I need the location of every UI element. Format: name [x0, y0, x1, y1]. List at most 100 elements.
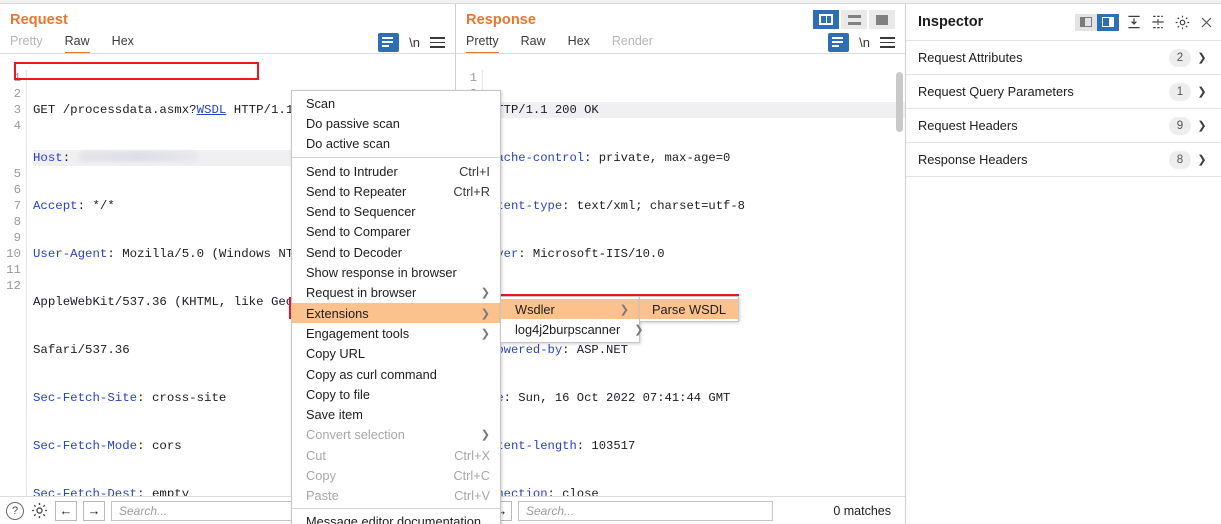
- panel-left-icon[interactable]: [1075, 13, 1097, 31]
- word-wrap-icon[interactable]: [828, 33, 850, 52]
- menu-item-extensions[interactable]: Extensions ❯: [292, 302, 500, 324]
- menu-item-engagement-tools[interactable]: Engagement tools ❯: [292, 323, 500, 343]
- collapse-all-icon[interactable]: [1125, 13, 1143, 31]
- response-line-1: HTTP/1.1 200 OK: [489, 102, 905, 118]
- menu-item-parse-wsdl[interactable]: Parse WSDL: [640, 299, 738, 320]
- menu-icon[interactable]: [430, 37, 445, 48]
- request-tabstrip-divider: [0, 53, 455, 54]
- menu-accel: Ctrl+X: [454, 447, 490, 463]
- inspector-row-request-query-parameters[interactable]: Request Query Parameters 1 ❯: [906, 74, 1221, 108]
- split-vertical-icon[interactable]: [813, 10, 839, 29]
- inspector-row-count: 9: [1169, 116, 1191, 135]
- menu-separator: [292, 156, 500, 158]
- inspector-row-response-headers[interactable]: Response Headers 8 ❯: [906, 142, 1221, 176]
- chevron-down-icon[interactable]: ❯: [1191, 51, 1213, 64]
- chevron-down-icon[interactable]: ❯: [1191, 153, 1213, 166]
- expand-all-icon[interactable]: [1149, 13, 1167, 31]
- menu-item-wsdler[interactable]: Wsdler ❯: [501, 299, 639, 320]
- menu-item-copy: Copy Ctrl+C: [306, 467, 490, 483]
- split-horizontal-icon[interactable]: [841, 10, 867, 29]
- context-menu[interactable]: Scan Do passive scan Do active scan Send…: [291, 90, 501, 524]
- menu-item-convert-selection: Convert selection ❯: [306, 427, 490, 443]
- tab-response-pretty[interactable]: Pretty: [466, 32, 499, 54]
- menu-item-cut: Cut Ctrl+X: [306, 447, 490, 463]
- chevron-down-icon[interactable]: ❯: [1191, 119, 1213, 132]
- extensions-submenu[interactable]: Wsdler ❯ log4j2burpscanner ❯: [500, 296, 644, 343]
- response-footer: ← → Search... 0 matches: [456, 496, 905, 524]
- menu-item-show-response-in-browser[interactable]: Show response in browser: [292, 262, 500, 282]
- response-line-7: te: Sun, 16 Oct 2022 07:41:44 GMT: [489, 391, 731, 405]
- menu-accel: Ctrl+C: [453, 467, 490, 483]
- menu-accel: Ctrl+I: [459, 163, 490, 179]
- panel-right-icon[interactable]: [1097, 13, 1119, 31]
- tab-response-raw[interactable]: Raw: [521, 32, 546, 54]
- close-icon[interactable]: [1197, 13, 1215, 31]
- menu-item-send-to-comparer[interactable]: Send to Comparer: [292, 222, 500, 242]
- newline-icon[interactable]: \n: [409, 35, 420, 50]
- inspector-row-request-headers[interactable]: Request Headers 9 ❯: [906, 108, 1221, 142]
- menu-item-scan[interactable]: Scan: [292, 93, 500, 113]
- tab-request-hex[interactable]: Hex: [112, 32, 134, 54]
- menu-item-message-editor-documentation[interactable]: Message editor documentation: [292, 511, 500, 524]
- layout-toggle-group: [813, 10, 895, 29]
- response-line-4: rver: Microsoft-IIS/10.0: [489, 247, 665, 261]
- menu-item-copy-as-curl-command[interactable]: Copy as curl command: [292, 364, 500, 384]
- menu-item-do-active-scan[interactable]: Do active scan: [292, 134, 500, 154]
- response-code[interactable]: HTTP/1.1 200 OK cache-control: private, …: [482, 70, 905, 496]
- menu-item-copy-to-file[interactable]: Copy to file: [292, 384, 500, 404]
- wsdler-submenu[interactable]: Parse WSDL: [639, 296, 739, 323]
- menu-separator: [292, 507, 500, 509]
- menu-item-send-to-sequencer[interactable]: Send to Sequencer: [292, 201, 500, 221]
- search-prev-button[interactable]: ←: [55, 500, 77, 521]
- response-line-2: cache-control: private, max-age=0: [489, 151, 731, 165]
- inspector-dock-toggle: [1075, 13, 1119, 31]
- inspector-row-count: 1: [1169, 82, 1191, 101]
- response-scrollbar[interactable]: [896, 72, 903, 496]
- menu-accel: Ctrl+R: [453, 183, 490, 199]
- search-next-button[interactable]: →: [83, 500, 105, 521]
- menu-item-copy-url[interactable]: Copy URL: [292, 344, 500, 364]
- response-tabstrip-divider: [456, 53, 905, 54]
- response-editor[interactable]: 1 2 HTTP/1.1 200 OK cache-control: priva…: [456, 70, 905, 496]
- response-tool-icons: \n: [828, 33, 895, 52]
- menu-item-do-passive-scan[interactable]: Do passive scan: [292, 113, 500, 133]
- inspector-empty-area: [906, 176, 1221, 177]
- gear-icon[interactable]: [1173, 13, 1191, 31]
- menu-item-send-to-repeater[interactable]: Send to Repeater Ctrl+R: [292, 181, 500, 201]
- response-line-9: nnection: close: [489, 487, 599, 496]
- response-line-8: ntent-length: 103517: [489, 439, 636, 453]
- menu-item-paste: Paste Ctrl+V: [306, 488, 490, 504]
- single-pane-icon[interactable]: [869, 10, 895, 29]
- newline-icon[interactable]: \n: [859, 35, 870, 50]
- word-wrap-icon[interactable]: [378, 33, 400, 52]
- inspector-header-icons: [1075, 13, 1215, 31]
- inspector-row-request-attributes[interactable]: Request Attributes 2 ❯: [906, 40, 1221, 74]
- help-icon[interactable]: ?: [6, 501, 24, 520]
- inspector-row-label: Request Headers: [918, 118, 1018, 133]
- chevron-down-icon[interactable]: ❯: [1191, 85, 1213, 98]
- menu-accel: Ctrl+V: [454, 488, 490, 504]
- menu-item-log4j2burpscanner[interactable]: log4j2burpscanner ❯: [501, 319, 644, 339]
- inspector-title: Inspector: [918, 14, 984, 30]
- menu-item-send-to-intruder[interactable]: Send to Intruder Ctrl+I: [292, 161, 500, 181]
- chevron-right-icon: ❯: [634, 323, 644, 336]
- inspector-row-label: Request Query Parameters: [918, 84, 1074, 99]
- inspector-row-label: Request Attributes: [918, 50, 1023, 65]
- response-line-6: powered-by: ASP.NET: [489, 343, 628, 357]
- chevron-right-icon: ❯: [480, 307, 490, 320]
- response-pane: Response Pretty Raw Hex Render \n 1 2: [455, 4, 905, 524]
- response-search-input[interactable]: Search...: [518, 500, 773, 521]
- menu-item-request-in-browser[interactable]: Request in browser ❯: [292, 283, 500, 303]
- response-tabstrip: Pretty Raw Hex Render \n: [456, 30, 905, 54]
- chevron-right-icon: ❯: [480, 287, 490, 300]
- tab-request-raw[interactable]: Raw: [64, 32, 90, 54]
- tab-response-hex[interactable]: Hex: [568, 32, 590, 54]
- menu-icon[interactable]: [880, 37, 895, 48]
- tab-request-pretty[interactable]: Pretty: [10, 32, 43, 54]
- inspector-pane: Inspector Request Attributes 2 ❯ Request…: [905, 4, 1221, 524]
- menu-item-send-to-decoder[interactable]: Send to Decoder: [292, 242, 500, 262]
- menu-item-save-item[interactable]: Save item: [292, 404, 500, 424]
- tab-response-render[interactable]: Render: [612, 32, 653, 54]
- gear-icon[interactable]: [30, 501, 49, 520]
- inspector-row-label: Response Headers: [918, 152, 1028, 167]
